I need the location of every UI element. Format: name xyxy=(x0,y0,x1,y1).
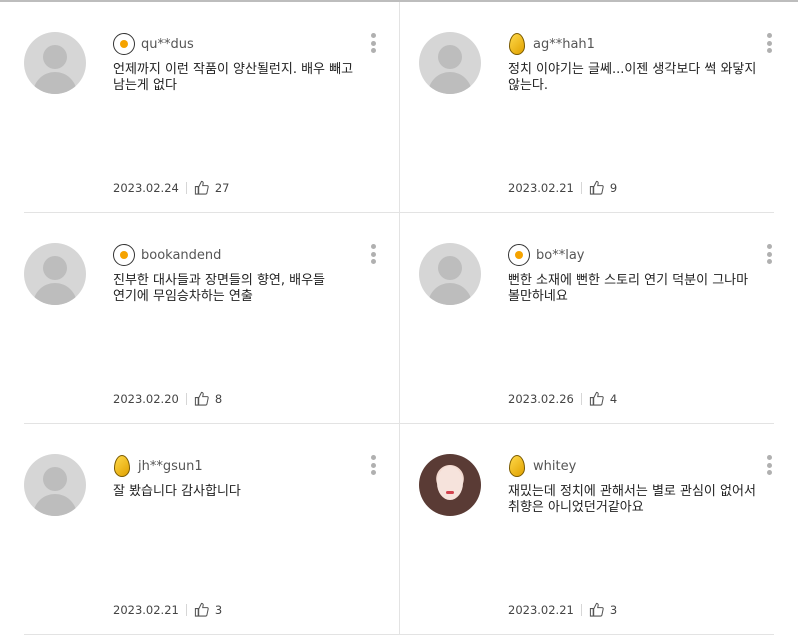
like-count: 3 xyxy=(609,602,618,617)
user-line: whitey xyxy=(508,455,763,477)
like-count: 9 xyxy=(609,180,618,195)
egg-badge-icon xyxy=(113,33,135,55)
comment-body: whitey 재밌는데 정치에 관해서는 별로 관심이 없어서 취향은 아니었던… xyxy=(508,455,763,516)
username[interactable]: ag**hah1 xyxy=(533,37,595,52)
avatar[interactable] xyxy=(24,32,86,94)
thumbs-up-icon[interactable] xyxy=(194,391,209,406)
egg-badge-icon xyxy=(508,244,530,266)
avatar[interactable] xyxy=(24,454,86,516)
comment-body: qu**dus 언제까지 이런 작품이 양산될런지. 배우 빼고 남는게 없다 xyxy=(113,33,368,94)
comment-card: ag**hah1 정치 이야기는 글쎄...이젠 생각보다 썩 와닿지 않는다.… xyxy=(399,2,774,212)
comment-date: 2023.02.21 xyxy=(508,602,574,617)
avatar[interactable] xyxy=(419,243,481,305)
username[interactable]: qu**dus xyxy=(141,37,194,52)
divider xyxy=(185,392,187,405)
comment-footer: 2023.02.24 27 xyxy=(113,180,230,195)
more-vertical-icon[interactable] xyxy=(368,455,378,475)
comment-body: bookandend 진부한 대사들과 장면들의 향연, 배우들 연기에 무임승… xyxy=(113,244,368,305)
user-line: jh**gsun1 xyxy=(113,455,368,477)
user-line: ag**hah1 xyxy=(508,33,763,55)
egg-badge-icon xyxy=(113,244,135,266)
user-line: qu**dus xyxy=(113,33,368,55)
username[interactable]: jh**gsun1 xyxy=(138,459,203,474)
comment-card: bo**lay 뻔한 소재에 뻔한 스토리 연기 덕분이 그나마 볼만하네요 2… xyxy=(399,213,774,423)
comment-body: bo**lay 뻔한 소재에 뻔한 스토리 연기 덕분이 그나마 볼만하네요 xyxy=(508,244,763,305)
avatar[interactable] xyxy=(419,32,481,94)
divider xyxy=(580,181,582,194)
gold-egg-badge-icon xyxy=(509,455,525,477)
comment-body: ag**hah1 정치 이야기는 글쎄...이젠 생각보다 썩 와닿지 않는다. xyxy=(508,33,763,94)
comment-footer: 2023.02.21 3 xyxy=(508,602,617,617)
comment-body: jh**gsun1 잘 봤습니다 감사합니다 xyxy=(113,455,368,500)
comment-date: 2023.02.21 xyxy=(508,180,574,195)
comment-date: 2023.02.21 xyxy=(113,602,179,617)
gold-egg-badge-icon xyxy=(509,33,525,55)
more-vertical-icon[interactable] xyxy=(764,244,774,264)
thumbs-up-icon[interactable] xyxy=(589,391,604,406)
thumbs-up-icon[interactable] xyxy=(194,602,209,617)
comment-footer: 2023.02.20 8 xyxy=(113,391,222,406)
comment-date: 2023.02.24 xyxy=(113,180,179,195)
comment-footer: 2023.02.21 3 xyxy=(113,602,222,617)
comment-card: qu**dus 언제까지 이런 작품이 양산될런지. 배우 빼고 남는게 없다 … xyxy=(24,2,399,212)
comment-card: jh**gsun1 잘 봤습니다 감사합니다 2023.02.21 3 xyxy=(24,424,399,634)
more-vertical-icon[interactable] xyxy=(764,33,774,53)
comment-date: 2023.02.26 xyxy=(508,391,574,406)
comment-row: jh**gsun1 잘 봤습니다 감사합니다 2023.02.21 3 whit… xyxy=(24,424,774,635)
comment-text: 언제까지 이런 작품이 양산될런지. 배우 빼고 남는게 없다 xyxy=(113,62,354,93)
comment-footer: 2023.02.21 9 xyxy=(508,180,617,195)
comment-footer: 2023.02.26 4 xyxy=(508,391,617,406)
comment-text: 재밌는데 정치에 관해서는 별로 관심이 없어서 취향은 아니었던거같아요 xyxy=(508,484,756,515)
more-vertical-icon[interactable] xyxy=(368,33,378,53)
avatar[interactable] xyxy=(24,243,86,305)
comment-grid: qu**dus 언제까지 이런 작품이 양산될런지. 배우 빼고 남는게 없다 … xyxy=(24,2,774,635)
divider xyxy=(185,603,187,616)
comment-text: 뻔한 소재에 뻔한 스토리 연기 덕분이 그나마 볼만하네요 xyxy=(508,273,749,304)
gold-egg-badge-icon xyxy=(114,455,130,477)
thumbs-up-icon[interactable] xyxy=(194,180,209,195)
more-vertical-icon[interactable] xyxy=(368,244,378,264)
username[interactable]: bookandend xyxy=(141,248,221,263)
comment-row: qu**dus 언제까지 이런 작품이 양산될런지. 배우 빼고 남는게 없다 … xyxy=(24,2,774,213)
more-vertical-icon[interactable] xyxy=(764,455,774,475)
username[interactable]: whitey xyxy=(533,459,576,474)
like-count: 3 xyxy=(214,602,223,617)
thumbs-up-icon[interactable] xyxy=(589,180,604,195)
comment-text: 잘 봤습니다 감사합니다 xyxy=(113,484,241,499)
user-line: bookandend xyxy=(113,244,368,266)
avatar[interactable] xyxy=(419,454,481,516)
divider xyxy=(580,603,582,616)
comment-card: bookandend 진부한 대사들과 장면들의 향연, 배우들 연기에 무임승… xyxy=(24,213,399,423)
divider xyxy=(185,181,187,194)
username[interactable]: bo**lay xyxy=(536,248,584,263)
like-count: 4 xyxy=(609,391,618,406)
divider xyxy=(580,392,582,405)
thumbs-up-icon[interactable] xyxy=(589,602,604,617)
comment-text: 정치 이야기는 글쎄...이젠 생각보다 썩 와닿지 않는다. xyxy=(508,62,757,93)
comment-card: whitey 재밌는데 정치에 관해서는 별로 관심이 없어서 취향은 아니었던… xyxy=(399,424,774,634)
user-line: bo**lay xyxy=(508,244,763,266)
like-count: 27 xyxy=(214,180,230,195)
comment-date: 2023.02.20 xyxy=(113,391,179,406)
comment-text: 진부한 대사들과 장면들의 향연, 배우들 연기에 무임승차하는 연출 xyxy=(113,273,326,304)
like-count: 8 xyxy=(214,391,223,406)
comment-row: bookandend 진부한 대사들과 장면들의 향연, 배우들 연기에 무임승… xyxy=(24,213,774,424)
